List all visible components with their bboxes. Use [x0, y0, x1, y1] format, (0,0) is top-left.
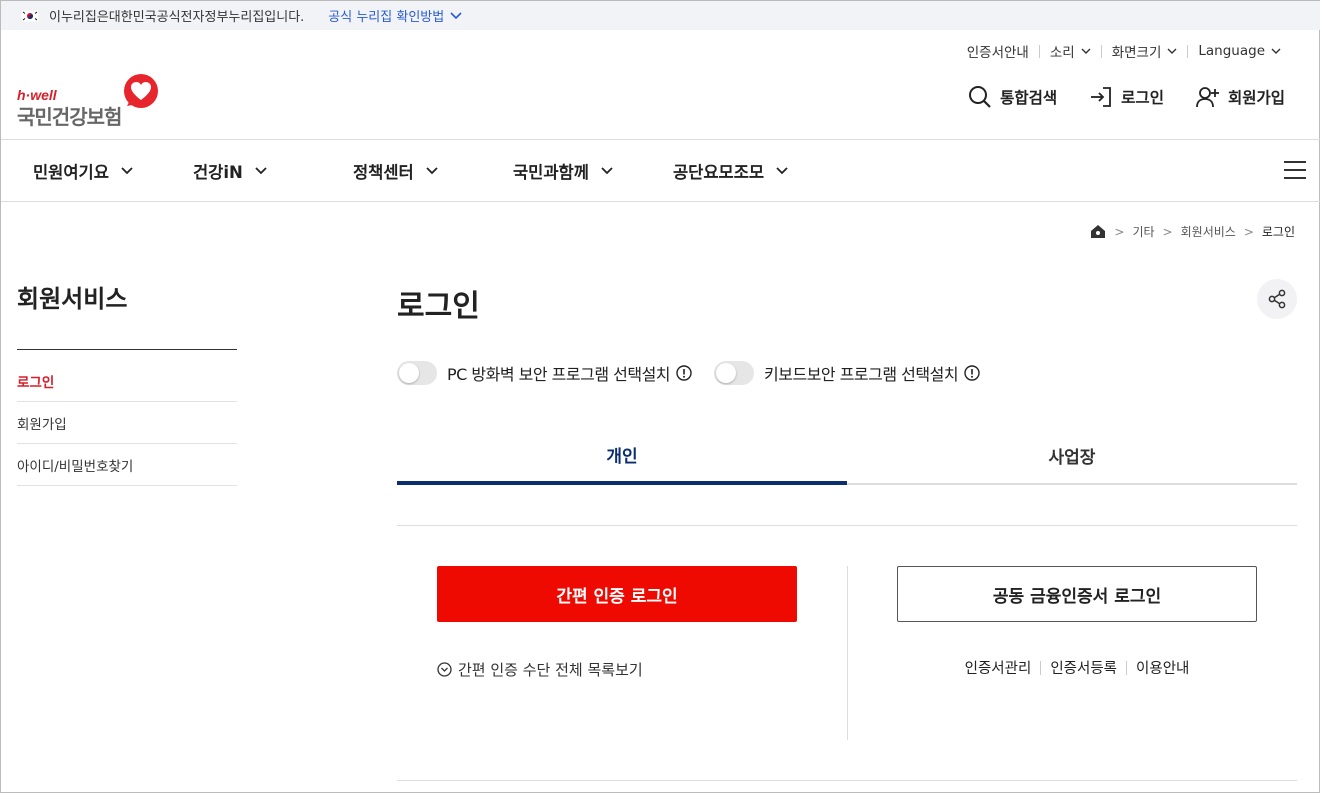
tab-personal[interactable]: 개인 — [397, 427, 847, 485]
language-label: Language — [1198, 43, 1265, 59]
chevron-down-icon — [450, 11, 462, 19]
gov-verify-link[interactable]: 공식 누리집 확인방법 — [328, 6, 462, 25]
nav-item-label: 건강iN — [193, 162, 243, 182]
page-title: 로그인 — [397, 289, 480, 324]
integrated-search-button[interactable]: 통합검색 — [968, 85, 1057, 109]
nav-divider — [1, 201, 1320, 202]
login-icon — [1091, 87, 1112, 107]
gov-verify-label: 공식 누리집 확인방법 — [328, 10, 445, 25]
chevron-down-icon — [601, 166, 613, 174]
cert-guide-label: 인증서안내 — [966, 45, 1029, 61]
utility-links: 인증서안내 소리 화면크기 Language — [957, 41, 1291, 61]
screen-size-dropdown[interactable]: 화면크기 — [1102, 41, 1188, 61]
home-icon[interactable] — [1090, 224, 1106, 239]
hamburger-menu-icon[interactable] — [1283, 160, 1307, 180]
nav-item-civil[interactable]: 민원여기요 — [33, 159, 133, 183]
breadcrumb-chevron-icon: > — [1162, 224, 1173, 239]
sidebar-item-find-account[interactable]: 아이디/비밀번호찾기 — [17, 444, 237, 486]
cert-login-button[interactable]: 공동 금융인증서 로그인 — [897, 566, 1257, 622]
firewall-toggle-label: PC 방화벽 보안 프로그램 선택설치 — [447, 365, 671, 384]
easy-auth-list-label: 간편 인증 수단 전체 목록보기 — [458, 661, 643, 679]
breadcrumb-chevron-icon: > — [1114, 224, 1125, 239]
cert-guide-link[interactable]: 인증서안내 — [957, 41, 1039, 61]
info-icon[interactable] — [676, 365, 692, 381]
tab-business[interactable]: 사업장 — [847, 427, 1297, 485]
signup-label: 회원가입 — [1227, 89, 1285, 107]
add-user-icon — [1196, 87, 1219, 108]
cert-links: 인증서관리 인증서등록 이용안내 — [897, 657, 1257, 678]
firewall-toggle[interactable]: PC 방화벽 보안 프로그램 선택설치 — [397, 361, 692, 385]
keyboard-security-toggle[interactable]: 키보드보안 프로그램 선택설치 — [714, 361, 980, 385]
breadcrumb-item[interactable]: 회원서비스 — [1181, 223, 1236, 240]
security-toggles: PC 방화벽 보안 프로그램 선택설치 키보드보안 프로그램 선택설치 — [397, 361, 1002, 385]
nav-item-health[interactable]: 건강iN — [193, 159, 267, 183]
search-icon — [969, 86, 991, 108]
sidebar-title: 회원서비스 — [17, 285, 128, 313]
nav-item-label: 공단요모조모 — [673, 162, 765, 182]
cert-register-link[interactable]: 인증서등록 — [1041, 657, 1126, 678]
breadcrumb-current: 로그인 — [1261, 225, 1295, 239]
login-label: 로그인 — [1121, 89, 1164, 107]
nav-item-label: 민원여기요 — [33, 162, 109, 182]
easy-auth-login-button[interactable]: 간편 인증 로그인 — [437, 566, 797, 622]
chevron-down-icon — [1271, 48, 1281, 54]
cert-manage-link[interactable]: 인증서관리 — [956, 657, 1041, 678]
sidebar-item-login[interactable]: 로그인 — [17, 360, 237, 402]
search-label: 통합검색 — [1000, 89, 1058, 107]
chevron-circle-down-icon — [437, 662, 452, 677]
chevron-down-icon — [121, 166, 133, 174]
chevron-down-icon — [426, 166, 438, 174]
login-button[interactable]: 로그인 — [1089, 86, 1164, 108]
breadcrumb: > 기타 > 회원서비스 > 로그인 — [1090, 223, 1295, 240]
nav-item-label: 정책센터 — [353, 162, 414, 182]
cert-guide-link[interactable]: 이용안내 — [1127, 657, 1198, 678]
main-nav: 민원여기요 건강iN 정책센터 국민과함께 공단요모조모 — [1, 140, 1320, 201]
bottom-divider — [397, 780, 1297, 781]
share-button[interactable] — [1257, 279, 1297, 319]
chevron-down-icon — [1081, 48, 1091, 54]
logo-name: 국민건강보험 — [17, 105, 122, 129]
chevron-down-icon — [776, 166, 788, 174]
nav-item-about[interactable]: 공단요모조모 — [673, 159, 788, 183]
keyboard-toggle-label: 키보드보안 프로그램 선택설치 — [764, 365, 959, 384]
breadcrumb-chevron-icon: > — [1243, 224, 1254, 239]
vertical-divider — [847, 566, 848, 740]
signup-button[interactable]: 회원가입 — [1196, 86, 1285, 108]
header-actions: 통합검색 로그인 회원가입 — [936, 85, 1285, 109]
sound-dropdown[interactable]: 소리 — [1040, 41, 1101, 61]
screen-size-label: 화면크기 — [1111, 45, 1162, 61]
share-icon — [1268, 289, 1286, 309]
sidebar-menu: 로그인 회원가입 아이디/비밀번호찾기 — [17, 360, 237, 486]
gov-banner-text: 이누리집은대한민국공식전자정부누리집입니다. — [49, 10, 305, 25]
site-logo[interactable]: h·well 국민건강보험 — [17, 73, 167, 129]
language-dropdown[interactable]: Language — [1188, 43, 1291, 59]
switch-knob — [399, 363, 419, 383]
login-type-tabs: 개인 사업장 — [397, 427, 1297, 485]
switch-knob — [716, 363, 737, 383]
sound-label: 소리 — [1049, 45, 1075, 61]
breadcrumb-item[interactable]: 기타 — [1132, 223, 1154, 240]
heart-logo-icon — [124, 74, 158, 108]
chevron-down-icon — [255, 166, 267, 174]
info-icon[interactable] — [964, 365, 980, 381]
gov-banner: 이누리집은대한민국공식전자정부누리집입니다. 공식 누리집 확인방법 — [1, 1, 1320, 30]
firewall-switch[interactable] — [397, 361, 437, 385]
chevron-down-icon — [1167, 48, 1177, 54]
korea-flag-icon — [21, 9, 39, 22]
sidebar-divider — [17, 349, 237, 350]
keyboard-switch[interactable] — [714, 361, 755, 385]
nav-item-label: 국민과함께 — [513, 162, 589, 182]
sidebar-item-signup[interactable]: 회원가입 — [17, 402, 237, 444]
content-divider — [397, 525, 1297, 526]
nav-item-policy[interactable]: 정책센터 — [353, 159, 438, 183]
nav-item-together[interactable]: 국민과함께 — [513, 159, 613, 183]
easy-auth-list-link[interactable]: 간편 인증 수단 전체 목록보기 — [437, 659, 643, 680]
